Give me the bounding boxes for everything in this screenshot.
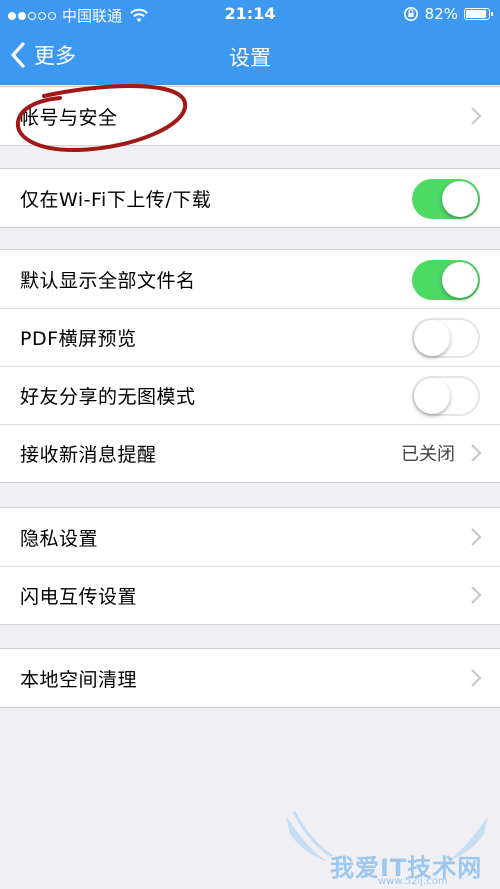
battery-percent: 82% bbox=[424, 5, 458, 23]
nav-bar: 更多 设置 bbox=[0, 28, 500, 85]
orientation-lock-icon bbox=[403, 7, 418, 21]
battery-icon bbox=[464, 8, 493, 20]
privacy-label: 隐私设置 bbox=[20, 527, 99, 550]
new-msg-reminder-row[interactable]: 接收新消息提醒 已关闭 bbox=[0, 424, 500, 482]
group-transfer: 仅在Wi-Fi下上传/下载 bbox=[0, 168, 500, 228]
show-filenames-row: 默认显示全部文件名 bbox=[0, 250, 500, 308]
chevron-right-icon bbox=[471, 107, 482, 125]
flash-transfer-row[interactable]: 闪电互传设置 bbox=[0, 566, 500, 624]
new-msg-reminder-value: 已关闭 bbox=[401, 444, 455, 465]
chevron-right-icon bbox=[471, 444, 482, 462]
group-privacy: 隐私设置 闪电互传设置 bbox=[0, 507, 500, 625]
status-bar: 中国联通 21:14 82% bbox=[0, 0, 500, 28]
group-storage: 本地空间清理 bbox=[0, 648, 500, 708]
annotation-circle bbox=[15, 84, 188, 153]
page-title: 设置 bbox=[229, 46, 271, 70]
local-cleanup-label: 本地空间清理 bbox=[20, 668, 138, 691]
friend-share-noimage-label: 好友分享的无图模式 bbox=[20, 385, 196, 408]
group-display: 默认显示全部文件名 PDF横屏预览 好友分享的无图模式 接收新消息提醒 已关闭 bbox=[0, 249, 500, 483]
privacy-row[interactable]: 隐私设置 bbox=[0, 508, 500, 566]
pdf-landscape-toggle[interactable] bbox=[412, 318, 480, 358]
new-msg-reminder-label: 接收新消息提醒 bbox=[20, 443, 157, 466]
show-filenames-label: 默认显示全部文件名 bbox=[20, 269, 196, 292]
flash-transfer-label: 闪电互传设置 bbox=[20, 585, 138, 608]
local-cleanup-row[interactable]: 本地空间清理 bbox=[0, 649, 500, 707]
watermark: 我爱IT技术网 www.52ij.com bbox=[282, 808, 492, 887]
friend-share-noimage-toggle[interactable] bbox=[412, 376, 480, 416]
chevron-right-icon bbox=[471, 528, 482, 546]
chevron-right-icon bbox=[471, 669, 482, 687]
wifi-only-label: 仅在Wi-Fi下上传/下载 bbox=[20, 188, 212, 211]
pdf-landscape-label: PDF横屏预览 bbox=[20, 327, 137, 350]
status-right: 82% bbox=[403, 5, 493, 23]
watermark-url: www.52ij.com bbox=[378, 876, 448, 887]
friend-share-noimage-row: 好友分享的无图模式 bbox=[0, 366, 500, 424]
wifi-only-toggle[interactable] bbox=[412, 179, 480, 219]
chevron-right-icon bbox=[471, 586, 482, 604]
wifi-only-row: 仅在Wi-Fi下上传/下载 bbox=[0, 169, 500, 227]
show-filenames-toggle[interactable] bbox=[412, 260, 480, 300]
pdf-landscape-row: PDF横屏预览 bbox=[0, 308, 500, 366]
